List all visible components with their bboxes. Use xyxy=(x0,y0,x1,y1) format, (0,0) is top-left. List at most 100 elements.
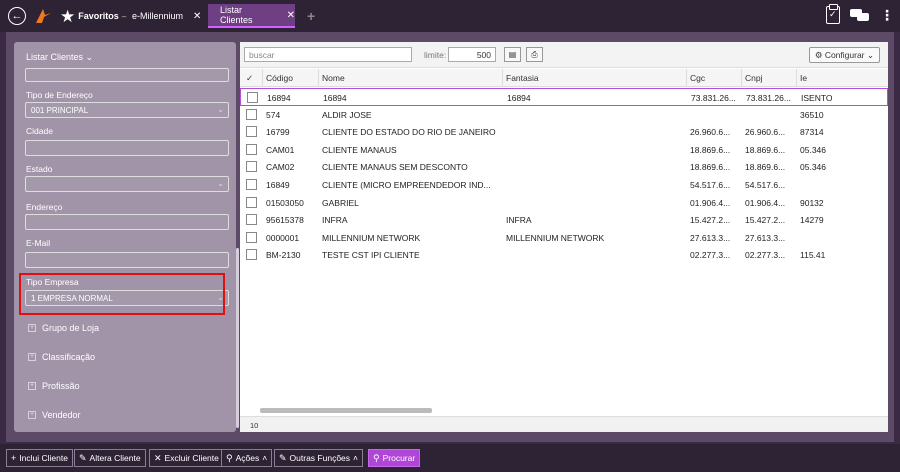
tab-label: Listar Clientes xyxy=(220,5,253,25)
cell-cnpj: 02.277.3... xyxy=(745,250,786,261)
filter-sidebar: Listar Clientes ⌄ Tipo de Endereço 001 P… xyxy=(14,42,239,432)
cell-cnpj: 18.869.6... xyxy=(745,162,786,173)
group-profissao[interactable]: + Profissão xyxy=(28,381,80,391)
chevron-down-icon: ⌄ xyxy=(85,52,94,62)
column-header-codigo[interactable]: Código xyxy=(266,73,293,83)
table-row[interactable]: 574 ALDIR JOSE 36510 xyxy=(240,106,888,124)
table-row[interactable]: CAM02 CLIENTE MANAUS SEM DESCONTO 18.869.6… xyxy=(240,158,888,176)
table-row[interactable]: 16894 16894 16894 73.831.26... 73.831.26... I… xyxy=(240,88,888,106)
cell-codigo: CAM02 xyxy=(266,162,295,173)
cidade-input[interactable] xyxy=(25,140,229,156)
other-functions-button[interactable]: ✎ Outras Funções ˄ xyxy=(274,449,363,467)
row-checkbox[interactable] xyxy=(246,231,257,243)
cell-nome: CLIENTE (MICRO EMPREENDEDOR IND... xyxy=(322,180,491,190)
chat-icon[interactable] xyxy=(850,8,870,22)
cell-cnpj: 18.869.6... xyxy=(745,144,786,155)
cell-cgc: 18.869.6... xyxy=(690,162,731,173)
more-vertical-icon[interactable]: ⋮ xyxy=(880,8,894,22)
delete-client-button[interactable]: ✕ Excluir Cliente xyxy=(149,449,224,467)
email-input[interactable] xyxy=(25,252,229,268)
table-row[interactable]: 0000001 MILLENNIUM NETWORK MILLENNIUM NETW… xyxy=(240,229,888,247)
column-divider xyxy=(686,69,687,87)
group-label: Grupo de Loja xyxy=(42,323,100,333)
cell-codigo: 16799 xyxy=(266,127,290,138)
row-checkbox[interactable] xyxy=(246,161,257,173)
expand-icon: + xyxy=(28,382,36,390)
endereco-input[interactable] xyxy=(25,214,229,230)
cell-ie: 90132 xyxy=(800,197,824,208)
table-row[interactable]: 16849 CLIENTE (MICRO EMPREENDEDOR IND... 5… xyxy=(240,176,888,194)
button-label: Outras Funções xyxy=(289,453,351,463)
tab-label: e-Millennium xyxy=(132,11,184,21)
record-count: 10 xyxy=(250,421,259,430)
filter-input-top[interactable] xyxy=(25,68,229,82)
expand-icon: + xyxy=(28,353,36,361)
close-icon[interactable]: ✕ xyxy=(193,11,201,22)
actions-menu-button[interactable]: ⚲ Ações ˄ xyxy=(221,449,273,467)
tipo-endereco-value: 001 PRINCIPAL xyxy=(31,106,89,115)
cell-ie: ISENTO xyxy=(801,93,833,103)
highlight-box xyxy=(19,273,225,315)
group-label: Profissão xyxy=(42,381,80,391)
table-row[interactable]: 95615378 INFRA INFRA 15.427.2... 15.427.2...… xyxy=(240,211,888,229)
column-header-ie[interactable]: Ie xyxy=(800,73,807,83)
table-row[interactable]: 16799 CLIENTE DO ESTADO DO RIO DE JANEIRO… xyxy=(240,123,888,141)
row-checkbox[interactable] xyxy=(246,143,257,155)
edit-client-button[interactable]: ✎ Altera Cliente xyxy=(74,449,146,467)
row-checkbox[interactable] xyxy=(246,108,257,120)
export-icon[interactable]: ▤ xyxy=(504,47,521,62)
estado-select[interactable]: ⌄ xyxy=(25,176,229,192)
plus-icon: + xyxy=(11,453,17,463)
top-bar: ← ★ Favoritos – e-Millennium ✕ Listar Cl… xyxy=(0,0,900,32)
cell-cgc: 15.427.2... xyxy=(690,215,731,226)
cell-nome: ALDIR JOSE xyxy=(322,109,372,120)
cell-codigo: 95615378 xyxy=(266,215,304,226)
cell-fantasia: MILLENNIUM NETWORK xyxy=(506,232,605,243)
column-header-cgc[interactable]: Cgc xyxy=(690,73,705,83)
row-checkbox[interactable] xyxy=(246,126,257,138)
search-button[interactable]: ⚲ Procurar xyxy=(368,449,421,467)
row-checkbox[interactable] xyxy=(246,249,257,261)
print-icon[interactable]: ⎙ xyxy=(526,47,543,62)
cell-nome: INFRA xyxy=(322,215,348,226)
group-vendedor[interactable]: + Vendedor xyxy=(28,410,81,420)
cell-ie: 05.346 xyxy=(800,162,826,173)
row-checkbox[interactable] xyxy=(246,196,257,208)
group-classificacao[interactable]: + Classificação xyxy=(28,352,95,362)
close-icon[interactable]: ✕ xyxy=(287,10,295,21)
row-checkbox[interactable] xyxy=(246,214,257,226)
column-header-cnpj[interactable]: Cnpj xyxy=(745,73,762,83)
column-header-fantasia[interactable]: Fantasia xyxy=(506,73,539,83)
cell-cnpj: 54.517.6... xyxy=(745,180,786,190)
column-header-nome[interactable]: Nome xyxy=(322,73,345,83)
favorites-label: Favoritos xyxy=(78,11,119,21)
sidebar-scrollbar[interactable] xyxy=(236,248,239,428)
clipboard-check-icon[interactable] xyxy=(826,4,840,24)
search-input[interactable]: buscar xyxy=(244,47,412,62)
sidebar-title[interactable]: Listar Clientes ⌄ xyxy=(26,52,93,63)
tab-e-millennium[interactable]: e-Millennium ✕ xyxy=(132,6,201,26)
cell-nome: 16894 xyxy=(323,93,347,103)
back-icon[interactable]: ← xyxy=(8,7,26,25)
table-row[interactable]: CAM01 CLIENTE MANAUS 18.869.6... 18.869.6..… xyxy=(240,141,888,159)
cell-codigo: BM-2130 xyxy=(266,250,301,261)
chevron-down-icon: ⌄ xyxy=(866,50,874,60)
group-grupo-de-loja[interactable]: + Grupo de Loja xyxy=(28,323,99,333)
add-client-button[interactable]: + Inclui Cliente xyxy=(6,449,73,467)
select-all-check-icon[interactable]: ✓ xyxy=(246,73,253,84)
cell-cnpj: 26.960.6... xyxy=(745,127,786,138)
tipo-endereco-select[interactable]: 001 PRINCIPAL ⌄ xyxy=(25,102,229,118)
favorites-menu[interactable]: ★ Favoritos – xyxy=(60,8,126,25)
row-checkbox[interactable] xyxy=(247,92,258,103)
tab-listar-clientes[interactable]: Listar Clientes ✕ xyxy=(208,4,295,28)
table-row[interactable]: BM-2130 TESTE CST IPI CLIENTE 02.277.3... 0… xyxy=(240,246,888,264)
row-checkbox[interactable] xyxy=(246,179,257,190)
limit-input[interactable]: 500 xyxy=(448,47,496,62)
chevron-down-icon: ⌄ xyxy=(217,105,224,114)
client-list-panel: buscar limite: 500 ▤ ⎙ ⚙ Configurar ⌄ ✓ … xyxy=(240,42,888,432)
cell-nome: GABRIEL xyxy=(322,197,359,208)
configure-button[interactable]: ⚙ Configurar ⌄ xyxy=(808,47,880,63)
table-row[interactable]: 01503050 GABRIEL 01.906.4... 01.906.4... 901… xyxy=(240,194,888,212)
add-tab-icon[interactable]: + xyxy=(307,8,315,24)
horizontal-scrollbar[interactable] xyxy=(260,408,432,413)
